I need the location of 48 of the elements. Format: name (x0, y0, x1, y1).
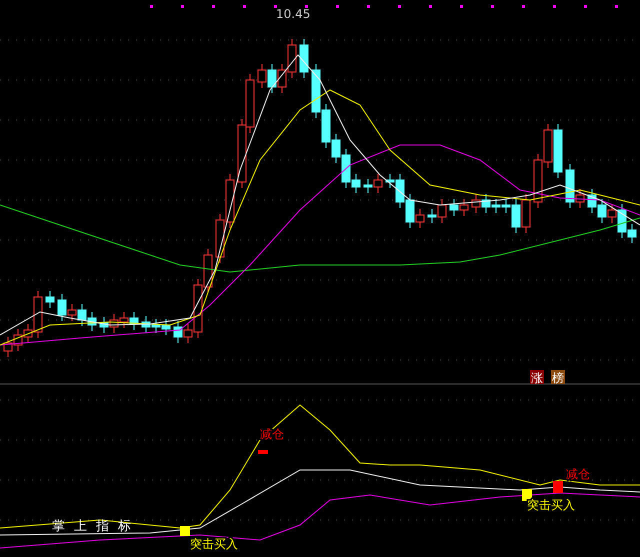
ranking-badge: 榜 (551, 370, 565, 385)
buy-signal-label: 突击买入 (190, 537, 238, 551)
candlestick (238, 118, 246, 188)
candlestick (588, 188, 596, 214)
candlestick (374, 174, 382, 194)
candlestick (598, 198, 606, 224)
candlestick (14, 328, 22, 352)
candlestick (88, 312, 96, 332)
candlestick (46, 290, 54, 308)
high-price-label: 10.45 (276, 7, 310, 21)
sell-signal-marker (553, 481, 563, 493)
sell-signal-label: 减仓 (566, 467, 590, 481)
candlestick (258, 64, 266, 88)
candlestick (110, 314, 118, 334)
candlestick (482, 194, 490, 214)
candlestick (204, 248, 212, 294)
candlestick (472, 194, 480, 214)
candlestick (450, 198, 458, 216)
ranking-badge: 涨 (530, 370, 544, 385)
buy-signal-marker (180, 526, 190, 536)
candlestick (534, 154, 542, 208)
candlestick (100, 316, 108, 334)
candlestick (4, 336, 12, 358)
candlestick (364, 178, 372, 194)
candlestick (174, 320, 182, 344)
candlestick (226, 174, 234, 228)
candlestick (78, 304, 86, 326)
candlestick (130, 312, 138, 330)
candlestick (554, 124, 562, 178)
indicator-title: 掌上指标 (52, 519, 140, 534)
sell-signal-marker (258, 450, 268, 454)
buy-signal-label: 突击买入 (527, 498, 575, 512)
candlestick (162, 318, 170, 336)
candlestick (300, 38, 308, 78)
candlestick (278, 64, 286, 94)
candlestick (544, 124, 552, 168)
candlestick (492, 198, 500, 214)
candlestick (142, 316, 150, 334)
candlestick (120, 312, 128, 328)
candlestick (216, 214, 224, 264)
candlestick (152, 318, 160, 334)
candlestick (460, 198, 468, 216)
buy-signal-marker (522, 489, 532, 501)
candlestick (522, 194, 530, 234)
candlestick (288, 38, 296, 78)
candlestick (246, 74, 254, 134)
candlestick (268, 64, 276, 94)
candlestick (312, 64, 320, 118)
